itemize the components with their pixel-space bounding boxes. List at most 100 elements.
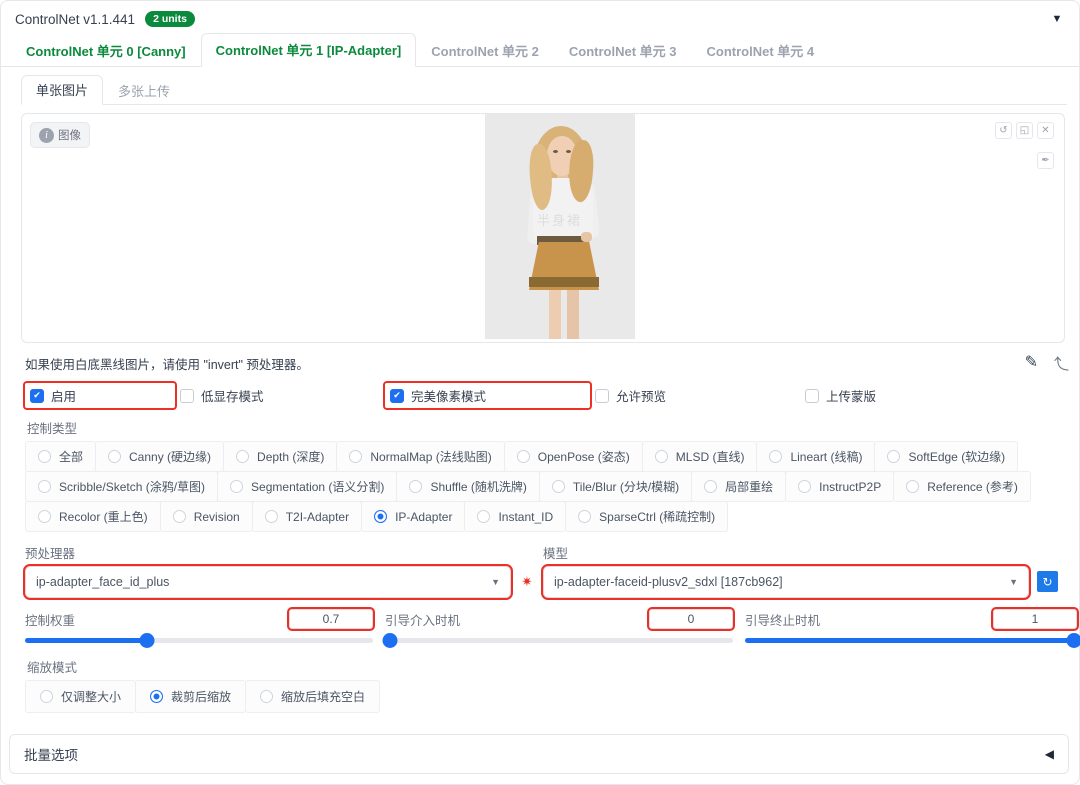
chevron-left-icon[interactable]: ◀ bbox=[1045, 747, 1054, 761]
photo-leg-left bbox=[549, 286, 561, 339]
control-type-segmentation[interactable]: Segmentation (语义分割) bbox=[217, 471, 397, 502]
guidance-end-value[interactable]: 1 bbox=[993, 609, 1077, 629]
guidance-start-label: 引导介入时机 bbox=[385, 610, 460, 629]
radio-icon[interactable] bbox=[230, 480, 243, 493]
radio-icon[interactable] bbox=[108, 450, 121, 463]
chevron-down-icon[interactable]: ▼ bbox=[1009, 577, 1018, 587]
control-type-inpaint[interactable]: 局部重绘 bbox=[691, 471, 786, 502]
checkbox-allow-preview-box[interactable] bbox=[595, 389, 609, 403]
info-icon: i bbox=[39, 128, 54, 143]
control-type-tileblur[interactable]: Tile/Blur (分块/模糊) bbox=[539, 471, 692, 502]
radio-icon[interactable] bbox=[349, 450, 362, 463]
guidance-start-value[interactable]: 0 bbox=[649, 609, 733, 629]
control-type-softedge[interactable]: SoftEdge (软边缘) bbox=[874, 441, 1018, 472]
model-select[interactable]: ip-adapter-faceid-plusv2_sdxl [187cb962]… bbox=[543, 566, 1029, 598]
control-type-normalmap[interactable]: NormalMap (法线贴图) bbox=[336, 441, 504, 472]
guidance-start-slider[interactable] bbox=[385, 638, 733, 643]
radio-icon-selected[interactable] bbox=[374, 510, 387, 523]
radio-icon[interactable] bbox=[236, 450, 249, 463]
send-arrow-icon[interactable]: ⤴ bbox=[1054, 353, 1069, 374]
control-type-instant-id[interactable]: Instant_ID bbox=[464, 501, 566, 532]
radio-icon-selected[interactable] bbox=[150, 690, 163, 703]
checkbox-pixel-perfect[interactable]: 完美像素模式 bbox=[385, 383, 590, 408]
radio-icon[interactable] bbox=[769, 450, 782, 463]
radio-icon[interactable] bbox=[477, 510, 490, 523]
control-type-reference[interactable]: Reference (参考) bbox=[893, 471, 1031, 502]
undo-icon[interactable]: ↺ bbox=[995, 122, 1012, 139]
control-type-mlsd[interactable]: MLSD (直线) bbox=[642, 441, 758, 472]
checkbox-low-vram-box[interactable] bbox=[180, 389, 194, 403]
control-type-label-text: Tile/Blur (分块/模糊) bbox=[573, 478, 679, 495]
tab-unit-4[interactable]: ControlNet 单元 4 bbox=[692, 34, 830, 67]
control-type-all[interactable]: 全部 bbox=[25, 441, 96, 472]
tab-unit-2[interactable]: ControlNet 单元 2 bbox=[416, 34, 554, 67]
control-type-canny[interactable]: Canny (硬边缘) bbox=[95, 441, 224, 472]
refresh-icon[interactable]: ↻ bbox=[1037, 571, 1058, 592]
control-type-sparsectrl[interactable]: SparseCtrl (稀疏控制) bbox=[565, 501, 728, 532]
edit-pen-icon[interactable]: ✒ bbox=[1037, 152, 1054, 169]
radio-icon[interactable] bbox=[38, 510, 51, 523]
control-image-preview[interactable]: 半身裙 bbox=[485, 114, 635, 339]
checkbox-upload-mask[interactable]: 上传蒙版 bbox=[800, 383, 881, 408]
checkbox-upload-mask-box[interactable] bbox=[805, 389, 819, 403]
tab-unit-3[interactable]: ControlNet 单元 3 bbox=[554, 34, 692, 67]
radio-icon[interactable] bbox=[704, 480, 717, 493]
radio-icon[interactable] bbox=[409, 480, 422, 493]
checkbox-pixel-perfect-box[interactable] bbox=[390, 389, 404, 403]
tab-unit-1[interactable]: ControlNet 单元 1 [IP-Adapter] bbox=[201, 33, 417, 67]
radio-icon[interactable] bbox=[260, 690, 273, 703]
resize-mode-resize-and-fill[interactable]: 缩放后填充空白 bbox=[245, 680, 380, 713]
batch-options-accordion[interactable]: 批量选项 ◀ bbox=[9, 734, 1069, 774]
subtab-multi-upload[interactable]: 多张上传 bbox=[103, 76, 185, 105]
checkbox-enable-box[interactable] bbox=[30, 389, 44, 403]
radio-icon[interactable] bbox=[517, 450, 530, 463]
control-type-recolor[interactable]: Recolor (重上色) bbox=[25, 501, 161, 532]
radio-icon[interactable] bbox=[265, 510, 278, 523]
control-type-instructp2p[interactable]: InstructP2P bbox=[785, 471, 894, 502]
control-weight-slider[interactable] bbox=[25, 638, 373, 643]
radio-icon[interactable] bbox=[798, 480, 811, 493]
control-type-shuffle[interactable]: Shuffle (随机洗牌) bbox=[396, 471, 539, 502]
close-icon[interactable]: ✕ bbox=[1037, 122, 1054, 139]
control-type-label-text: SoftEdge (软边缘) bbox=[908, 448, 1005, 465]
control-type-ip-adapter[interactable]: IP-Adapter bbox=[361, 501, 465, 532]
guidance-end-slider[interactable] bbox=[745, 638, 1077, 643]
units-badge: 2 units bbox=[145, 11, 195, 28]
eraser-icon[interactable]: ◱ bbox=[1016, 122, 1033, 139]
control-type-openpose[interactable]: OpenPose (姿态) bbox=[504, 441, 643, 472]
tab-unit-0[interactable]: ControlNet 单元 0 [Canny] bbox=[11, 34, 201, 67]
subtab-single-image[interactable]: 单张图片 bbox=[21, 75, 103, 105]
model-value: ip-adapter-faceid-plusv2_sdxl [187cb962] bbox=[554, 575, 783, 589]
burst-icon[interactable]: ✷ bbox=[517, 572, 537, 592]
checkbox-allow-preview[interactable]: 允许预览 bbox=[590, 383, 800, 408]
chevron-down-icon[interactable]: ▼ bbox=[1049, 13, 1065, 25]
radio-icon[interactable] bbox=[38, 450, 51, 463]
options-checkbox-row: 启用 低显存模式 完美像素模式 允许预览 上传蒙版 bbox=[25, 383, 1075, 408]
control-type-depth[interactable]: Depth (深度) bbox=[223, 441, 337, 472]
radio-icon[interactable] bbox=[173, 510, 186, 523]
slider-knob[interactable] bbox=[139, 633, 154, 648]
preprocessor-select[interactable]: ip-adapter_face_id_plus ▼ bbox=[25, 566, 511, 598]
slider-knob[interactable] bbox=[1066, 633, 1080, 648]
edit-note-icon[interactable]: ✎️ bbox=[1025, 355, 1038, 371]
radio-icon[interactable] bbox=[578, 510, 591, 523]
radio-icon[interactable] bbox=[887, 450, 900, 463]
radio-icon[interactable] bbox=[40, 690, 53, 703]
radio-icon[interactable] bbox=[38, 480, 51, 493]
radio-icon[interactable] bbox=[655, 450, 668, 463]
accordion-header[interactable]: ControlNet v1.1.441 2 units ▼ bbox=[1, 1, 1079, 37]
resize-mode-just-resize[interactable]: 仅调整大小 bbox=[25, 680, 136, 713]
chevron-down-icon[interactable]: ▼ bbox=[491, 577, 500, 587]
control-type-scribble[interactable]: Scribble/Sketch (涂鸦/草图) bbox=[25, 471, 218, 502]
checkbox-enable[interactable]: 启用 bbox=[25, 383, 175, 408]
image-dropzone[interactable]: i 图像 ↺ ◱ ✕ ✒ bbox=[21, 113, 1065, 343]
control-type-t2i-adapter[interactable]: T2I-Adapter bbox=[252, 501, 362, 532]
control-weight-value[interactable]: 0.7 bbox=[289, 609, 373, 629]
checkbox-low-vram[interactable]: 低显存模式 bbox=[175, 383, 385, 408]
control-type-lineart[interactable]: Lineart (线稿) bbox=[756, 441, 875, 472]
slider-knob[interactable] bbox=[383, 633, 398, 648]
control-type-revision[interactable]: Revision bbox=[160, 501, 253, 532]
radio-icon[interactable] bbox=[552, 480, 565, 493]
resize-mode-crop-and-resize[interactable]: 裁剪后缩放 bbox=[135, 680, 246, 713]
radio-icon[interactable] bbox=[906, 480, 919, 493]
